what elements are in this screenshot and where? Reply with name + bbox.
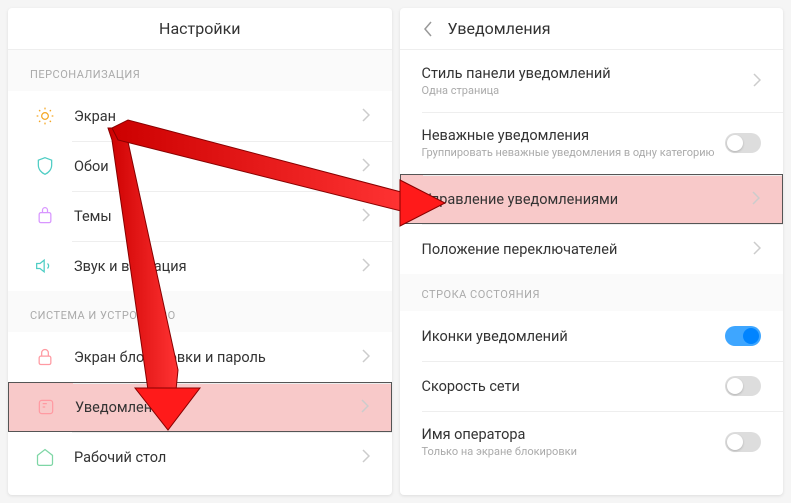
row-label: Рабочий стол xyxy=(74,449,362,466)
chevron-right-icon xyxy=(752,190,760,209)
speaker-icon xyxy=(30,251,60,281)
toggle-net-speed[interactable] xyxy=(725,376,761,396)
chevron-right-icon xyxy=(362,448,370,467)
row-label: Иконки уведомлений xyxy=(422,328,726,345)
settings-title: Настройки xyxy=(159,19,240,38)
theme-icon xyxy=(30,201,60,231)
row-sublabel: Одна страница xyxy=(422,84,754,97)
row-notifications[interactable]: Уведомления xyxy=(8,382,392,432)
row-label: Уведомления xyxy=(75,399,361,416)
row-wallpaper[interactable]: Обои xyxy=(8,141,392,191)
row-sublabel: Только на экране блокировки xyxy=(422,445,726,458)
row-label: Экран xyxy=(74,108,362,125)
chevron-right-icon xyxy=(362,157,370,176)
chevron-right-icon xyxy=(753,240,761,259)
row-sound[interactable]: Звук и вибрация xyxy=(8,241,392,291)
notification-icon xyxy=(31,392,61,422)
row-sublabel: Группировать неважные уведомления в одну… xyxy=(422,146,726,159)
toggle-notif-icons[interactable] xyxy=(725,326,761,346)
toggle-unimportant[interactable] xyxy=(725,133,761,153)
row-manage-notifications[interactable]: Управление уведомлениями xyxy=(400,174,784,224)
row-screen[interactable]: Экран xyxy=(8,91,392,141)
chevron-right-icon xyxy=(362,348,370,367)
row-panel-style[interactable]: Стиль панели уведомлений Одна страница xyxy=(400,50,784,112)
row-notif-icons[interactable]: Иконки уведомлений xyxy=(400,311,784,361)
row-label: Обои xyxy=(74,158,362,175)
back-button[interactable] xyxy=(414,15,442,43)
chevron-right-icon xyxy=(362,257,370,276)
row-label: Экран блокировки и пароль xyxy=(74,349,362,366)
chevron-right-icon xyxy=(362,207,370,226)
row-label: Имя оператора xyxy=(422,426,726,443)
row-switch-position[interactable]: Положение переключателей xyxy=(400,224,784,274)
row-label: Стиль панели уведомлений xyxy=(422,65,754,82)
row-carrier[interactable]: Имя оператора Только на экране блокировк… xyxy=(400,411,784,473)
row-lockscreen[interactable]: Экран блокировки и пароль xyxy=(8,332,392,382)
shield-icon xyxy=(30,151,60,181)
toggle-carrier[interactable] xyxy=(725,432,761,452)
row-label: Звук и вибрация xyxy=(74,258,362,275)
section-personalization: ПЕРСОНАЛИЗАЦИЯ xyxy=(8,50,392,91)
row-label: Темы xyxy=(74,208,362,225)
row-label: Неважные уведомления xyxy=(422,127,726,144)
notifications-header: Уведомления xyxy=(400,8,784,50)
chevron-right-icon xyxy=(362,107,370,126)
row-label: Скорость сети xyxy=(422,378,726,395)
sun-icon xyxy=(30,101,60,131)
row-unimportant[interactable]: Неважные уведомления Группировать неважн… xyxy=(400,112,784,174)
section-system: СИСТЕМА И УСТРОЙСТВО xyxy=(8,291,392,332)
row-desktop[interactable]: Рабочий стол xyxy=(8,432,392,482)
section-statusbar: СТРОКА СОСТОЯНИЯ xyxy=(400,274,784,311)
chevron-right-icon xyxy=(361,398,369,417)
row-net-speed[interactable]: Скорость сети xyxy=(400,361,784,411)
row-label: Положение переключателей xyxy=(422,241,754,258)
home-icon xyxy=(30,442,60,472)
lock-icon xyxy=(30,342,60,372)
row-themes[interactable]: Темы xyxy=(8,191,392,241)
chevron-right-icon xyxy=(753,72,761,91)
notifications-title: Уведомления xyxy=(448,19,551,38)
settings-panel: Настройки ПЕРСОНАЛИЗАЦИЯ Экран Обои Темы… xyxy=(8,8,392,495)
row-label: Управление уведомлениями xyxy=(423,191,753,208)
settings-header: Настройки xyxy=(8,8,392,50)
notifications-panel: Уведомления Стиль панели уведомлений Одн… xyxy=(400,8,784,495)
